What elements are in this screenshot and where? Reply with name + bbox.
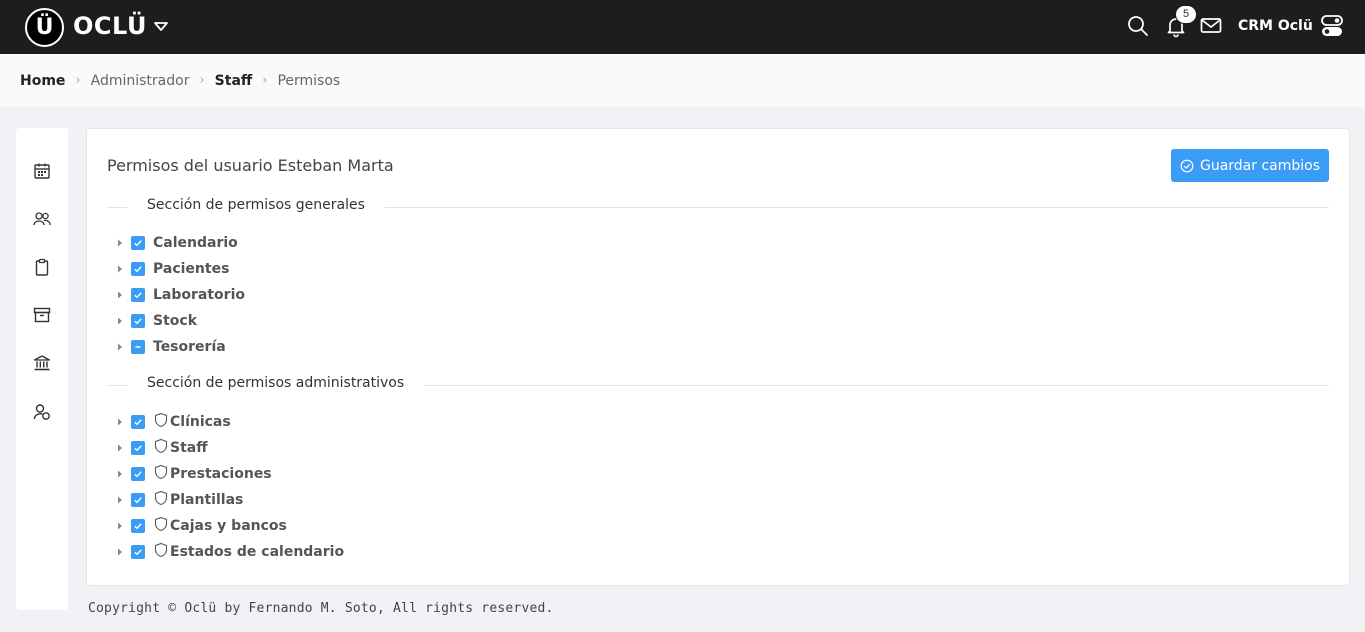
tree-node-cajas-y-bancos[interactable]: Cajas y bancos [115,515,287,537]
chevron-right-icon: › [262,73,268,88]
tree-node-estados-de-calendario[interactable]: Estados de calendario [115,541,344,563]
caret-right-icon[interactable] [115,521,125,531]
minus-icon [135,346,141,348]
page-title: Permisos del usuario Esteban Marta [107,156,394,175]
check-icon [134,419,142,426]
breadcrumb-staff[interactable]: Staff [215,73,253,89]
tree-node-calendario[interactable]: Calendario [115,232,238,254]
shield-icon [154,464,168,480]
permissions-card: Permisos del usuario Esteban Marta Guard… [86,128,1350,586]
tree-label: Stock [153,313,198,329]
shield-icon [154,542,168,558]
tree-node-tesoreria[interactable]: Tesorería [115,336,226,358]
tree-label: Calendario [153,235,238,251]
user-menu[interactable]: CRM Oclü [1238,18,1313,34]
general-section-divider: Sección de permisos generales [107,197,1329,217]
tree-node-prestaciones[interactable]: Prestaciones [115,463,272,485]
logo-badge[interactable]: Ü [25,8,64,47]
checkbox-checked[interactable] [131,314,145,328]
sidebar [16,128,68,610]
archive-icon[interactable] [32,305,52,325]
tree-node-laboratorio[interactable]: Laboratorio [115,284,245,306]
shield-icon [154,516,168,532]
caret-right-icon[interactable] [115,547,125,557]
tree-label: Cajas y bancos [170,518,287,534]
breadcrumb-administrador[interactable]: Administrador [91,73,190,89]
check-icon [134,266,142,273]
checkbox-checked[interactable] [131,545,145,559]
checkbox-checked[interactable] [131,467,145,481]
chevron-right-icon: › [199,73,205,88]
check-icon [134,497,142,504]
divider-line [413,385,1329,386]
chevron-right-icon: › [75,73,81,88]
admin-section-title: Sección de permisos administrativos [147,375,425,391]
divider-line [107,385,127,386]
app-logo-text[interactable]: OCLÜ [73,12,147,40]
tree-node-staff[interactable]: Staff [115,437,208,459]
footer-copyright: Copyright © Oclü by Fernando M. Soto, Al… [88,601,554,616]
caret-right-icon[interactable] [115,238,125,248]
users-icon[interactable] [32,209,52,229]
checkbox-checked[interactable] [131,262,145,276]
checkbox-indeterminate[interactable] [131,340,145,354]
divider-line [375,207,1329,208]
general-section-title: Sección de permisos generales [147,197,385,213]
save-button[interactable]: Guardar cambios [1171,149,1329,182]
chevron-down-icon[interactable] [152,18,170,36]
tree-label: Pacientes [153,261,230,277]
check-icon [134,523,142,530]
tree-label: Clínicas [170,414,231,430]
checkbox-checked[interactable] [131,519,145,533]
caret-right-icon[interactable] [115,264,125,274]
admin-section-divider: Sección de permisos administrativos [107,375,1329,395]
caret-right-icon[interactable] [115,342,125,352]
divider-line [107,207,127,208]
breadcrumb: Home › Administrador › Staff › Permisos [0,54,1365,107]
checkbox-checked[interactable] [131,288,145,302]
tree-label: Prestaciones [170,466,272,482]
checkbox-checked[interactable] [131,415,145,429]
tree-node-pacientes[interactable]: Pacientes [115,258,229,280]
tree-label: Tesorería [153,339,226,355]
breadcrumb-home[interactable]: Home [20,73,65,89]
user-settings-icon[interactable] [32,402,52,422]
clipboard-icon[interactable] [32,257,52,277]
tree-label: Laboratorio [153,287,245,303]
checkbox-checked[interactable] [131,236,145,250]
mail-icon[interactable] [1199,14,1223,38]
tree-label: Estados de calendario [170,544,345,560]
checkbox-checked[interactable] [131,493,145,507]
breadcrumb-permisos: Permisos [277,72,341,89]
caret-right-icon[interactable] [115,443,125,453]
shield-icon [154,412,168,428]
shield-icon [154,438,168,454]
caret-right-icon[interactable] [115,316,125,326]
check-icon [134,471,142,478]
tree-label: Plantillas [170,492,244,508]
check-icon [134,292,142,299]
caret-right-icon[interactable] [115,290,125,300]
tree-node-stock[interactable]: Stock [115,310,197,332]
calendar-icon[interactable] [32,161,52,181]
shield-icon [154,490,168,506]
settings-toggle-icon[interactable] [1320,14,1344,38]
top-bar: Ü OCLÜ 5 CRM Oclü [0,0,1365,54]
check-icon [134,240,142,247]
search-icon[interactable] [1126,14,1150,38]
save-button-label: Guardar cambios [1199,157,1321,174]
tree-node-plantillas[interactable]: Plantillas [115,489,243,511]
caret-right-icon[interactable] [115,417,125,427]
notification-badge: 5 [1175,5,1197,24]
check-icon [134,549,142,556]
caret-right-icon[interactable] [115,469,125,479]
check-circle-icon [1180,159,1194,172]
tree-node-clinicas[interactable]: Clínicas [115,411,231,433]
caret-right-icon[interactable] [115,495,125,505]
check-icon [134,318,142,325]
check-icon [134,445,142,452]
tree-label: Staff [170,440,208,456]
checkbox-checked[interactable] [131,441,145,455]
bank-icon[interactable] [32,353,52,373]
